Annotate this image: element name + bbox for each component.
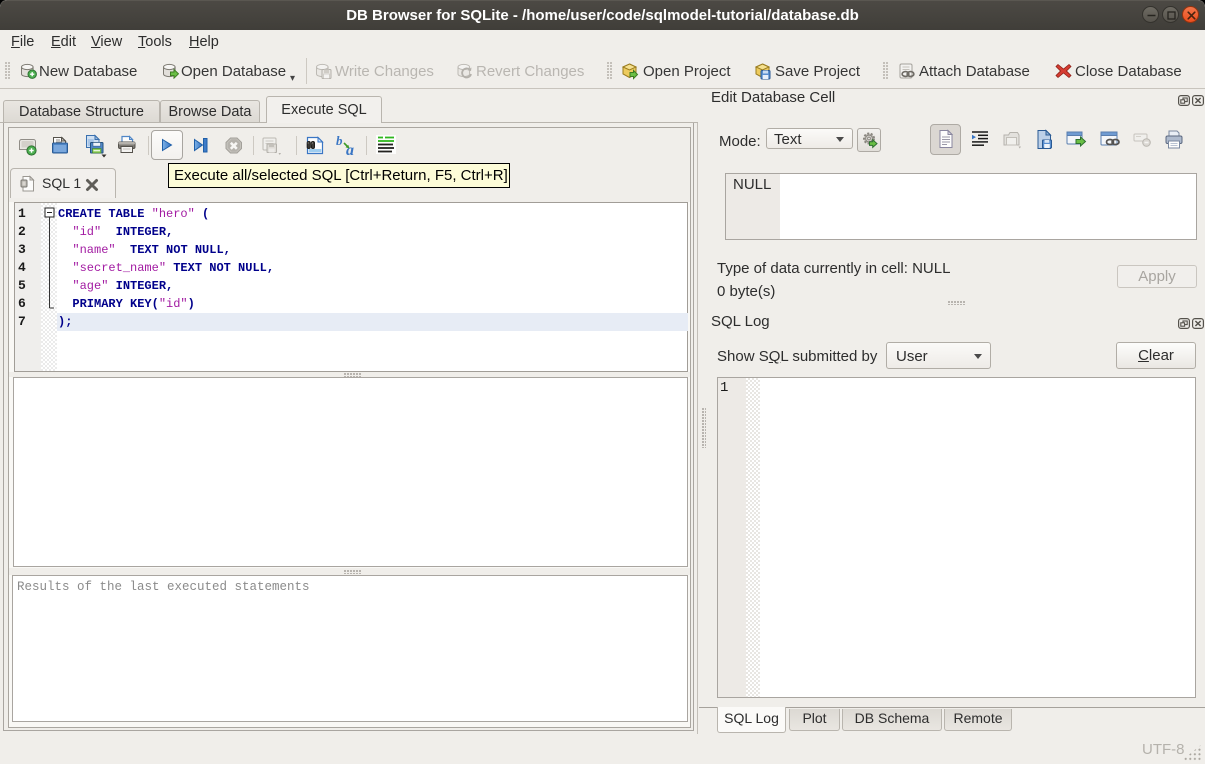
svg-text:b: b xyxy=(336,135,343,148)
svg-text:a: a xyxy=(346,142,354,156)
